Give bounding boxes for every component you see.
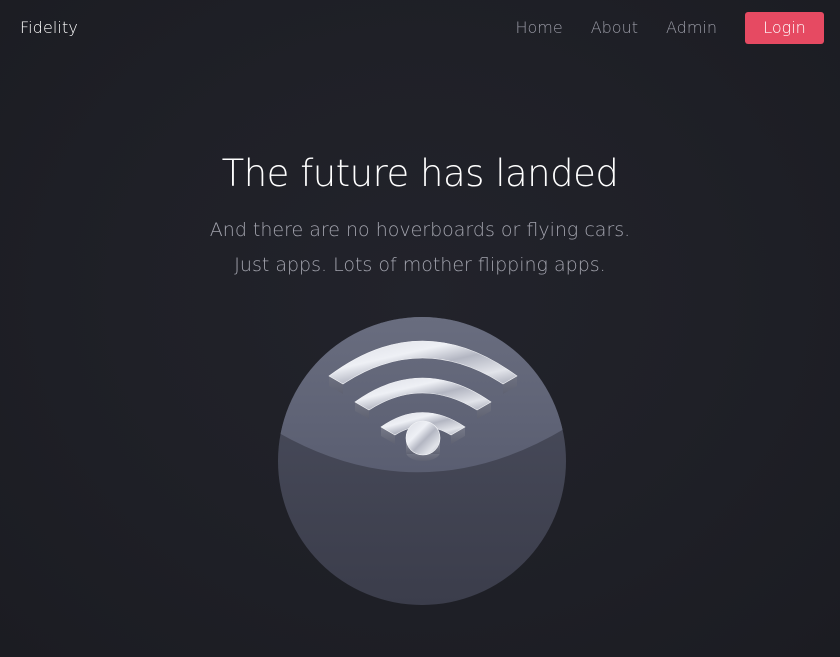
- hero-title: The future has landed: [221, 152, 619, 195]
- brand-link[interactable]: Fidelity: [20, 18, 78, 37]
- nav-link-about[interactable]: About: [591, 12, 638, 44]
- hero-subtitle-line-1: And there are no hoverboards or flying c…: [209, 219, 631, 241]
- navbar: Fidelity Home About Admin Login: [0, 0, 840, 57]
- nav-link-home[interactable]: Home: [515, 12, 562, 44]
- nav-link-admin[interactable]: Admin: [666, 12, 717, 44]
- nav-links: Home About Admin Login: [515, 12, 824, 44]
- login-button[interactable]: Login: [745, 12, 824, 44]
- wifi-icon: [278, 317, 566, 605]
- hero-subtitle-line-2: Just apps. Lots of mother flipping apps.: [234, 254, 606, 276]
- wifi-sphere-illustration: [277, 316, 567, 606]
- hero-section: The future has landed And there are no h…: [0, 150, 840, 283]
